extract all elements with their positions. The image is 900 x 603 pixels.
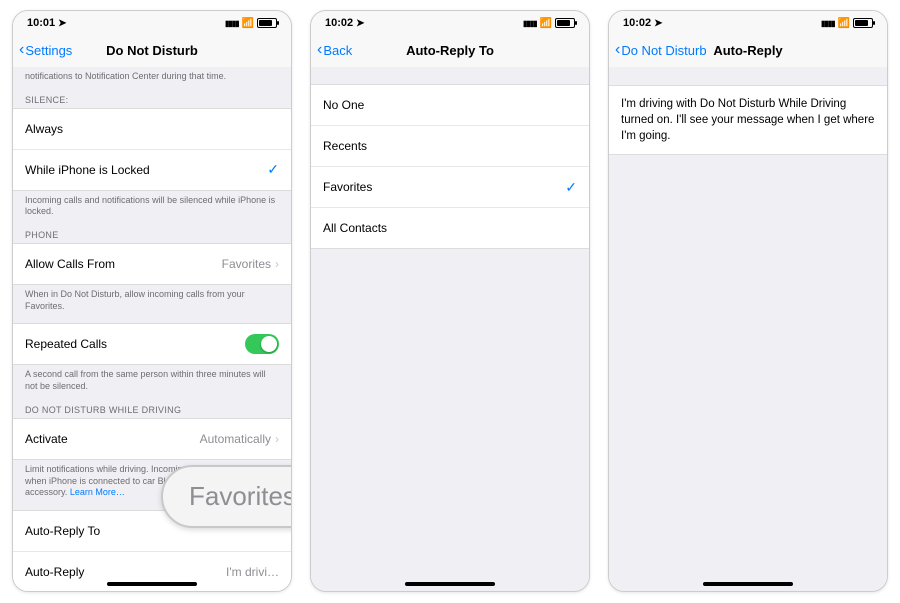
allow-calls-value: Favorites	[222, 257, 271, 271]
activate-row[interactable]: Activate Automatically ›	[13, 418, 291, 460]
battery-icon	[555, 18, 575, 28]
auto-reply-value: I'm drivi…	[226, 565, 279, 579]
back-button[interactable]: ‹ Do Not Disturb	[609, 41, 707, 59]
repeated-calls-row[interactable]: Repeated Calls	[13, 323, 291, 365]
silence-header: SILENCE:	[13, 85, 291, 109]
truncated-footer: notifications to Notification Center dur…	[13, 67, 291, 85]
signal-icon: ▮▮▮▮	[225, 19, 239, 28]
back-label: Settings	[25, 43, 72, 58]
chevron-right-icon: ›	[275, 432, 279, 446]
location-icon: ➤	[356, 18, 364, 29]
back-button[interactable]: ‹ Settings	[13, 41, 72, 59]
auto-reply-to-option[interactable]: Favorites ✓	[311, 166, 589, 208]
back-label: Back	[323, 43, 352, 58]
location-icon: ➤	[58, 18, 66, 29]
phone-1: 10:01➤ ▮▮▮▮📶 ‹ Settings Do Not Disturb n…	[12, 10, 292, 592]
home-indicator	[405, 582, 495, 586]
auto-reply-to-label: Auto-Reply To	[25, 524, 100, 538]
allow-calls-label: Allow Calls From	[25, 257, 115, 271]
repeated-calls-label: Repeated Calls	[25, 337, 107, 351]
status-bar: 10:02➤ ▮▮▮▮📶	[311, 11, 589, 33]
chevron-left-icon: ‹	[615, 41, 620, 59]
auto-reply-to-option[interactable]: No One	[311, 84, 589, 126]
back-button[interactable]: ‹ Back	[311, 41, 352, 59]
status-time: 10:02	[325, 17, 353, 29]
check-icon: ✓	[267, 161, 279, 178]
home-indicator	[107, 582, 197, 586]
status-time: 10:01	[27, 17, 55, 29]
nav-bar: ‹ Back Auto-Reply To	[311, 33, 589, 68]
phone-header: PHONE	[13, 220, 291, 244]
activate-value: Automatically	[200, 432, 271, 446]
learn-more-link[interactable]: Learn More…	[70, 487, 125, 497]
option-label: Recents	[323, 139, 367, 153]
phone-2: 10:02➤ ▮▮▮▮📶 ‹ Back Auto-Reply To No One…	[310, 10, 590, 592]
option-label: All Contacts	[323, 221, 387, 235]
status-bar: 10:02➤ ▮▮▮▮📶	[609, 11, 887, 33]
location-icon: ➤	[654, 18, 662, 29]
nav-bar: ‹ Do Not Disturb Auto-Reply	[609, 33, 887, 68]
driving-header: DO NOT DISTURB WHILE DRIVING	[13, 395, 291, 419]
page-title: Auto-Reply To	[311, 43, 589, 58]
battery-icon	[853, 18, 873, 28]
silence-option-locked[interactable]: While iPhone is Locked✓	[13, 149, 291, 191]
phone-3: 10:02➤ ▮▮▮▮📶 ‹ Do Not Disturb Auto-Reply…	[608, 10, 888, 592]
auto-reply-message[interactable]: I'm driving with Do Not Disturb While Dr…	[609, 85, 887, 155]
auto-reply-label: Auto-Reply	[25, 565, 84, 579]
auto-reply-to-content: No One Recents Favorites ✓ All Contacts	[311, 67, 589, 591]
activate-label: Activate	[25, 432, 68, 446]
chevron-right-icon: ›	[275, 257, 279, 271]
wifi-icon: 📶	[838, 18, 850, 29]
auto-reply-to-option[interactable]: Recents	[311, 125, 589, 167]
repeated-footer: A second call from the same person withi…	[13, 365, 291, 394]
chevron-left-icon: ‹	[317, 41, 322, 59]
silence-footer: Incoming calls and notifications will be…	[13, 191, 291, 220]
silence-option-always[interactable]: Always	[13, 108, 291, 150]
check-icon: ✓	[565, 179, 577, 196]
option-label: No One	[323, 98, 364, 112]
allow-calls-footer: When in Do Not Disturb, allow incoming c…	[13, 285, 291, 314]
auto-reply-to-option[interactable]: All Contacts	[311, 207, 589, 249]
back-label: Do Not Disturb	[621, 43, 706, 58]
wifi-icon: 📶	[242, 18, 254, 29]
allow-calls-row[interactable]: Allow Calls From Favorites ›	[13, 243, 291, 285]
status-time: 10:02	[623, 17, 651, 29]
repeated-calls-toggle[interactable]	[245, 334, 279, 354]
callout-text: Favorites	[189, 481, 292, 512]
chevron-left-icon: ‹	[19, 41, 24, 59]
battery-icon	[257, 18, 277, 28]
option-label: Favorites	[323, 180, 372, 194]
home-indicator	[703, 582, 793, 586]
wifi-icon: 📶	[540, 18, 552, 29]
status-bar: 10:01➤ ▮▮▮▮📶	[13, 11, 291, 33]
callout-favorites: Favorites ›	[161, 465, 292, 528]
auto-reply-content: I'm driving with Do Not Disturb While Dr…	[609, 67, 887, 591]
nav-bar: ‹ Settings Do Not Disturb	[13, 33, 291, 68]
silence-group: Always While iPhone is Locked✓	[13, 108, 291, 191]
signal-icon: ▮▮▮▮	[523, 19, 537, 28]
signal-icon: ▮▮▮▮	[821, 19, 835, 28]
